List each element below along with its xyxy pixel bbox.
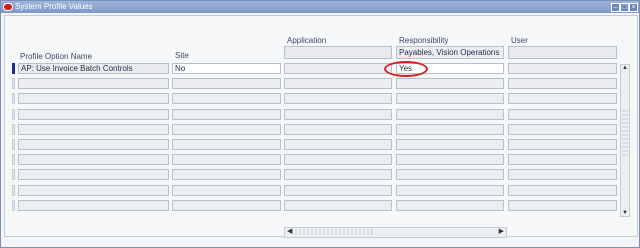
cell-responsibility[interactable]: [396, 78, 504, 89]
cell-responsibility[interactable]: Yes: [396, 63, 504, 74]
scroll-left-icon[interactable]: ◀: [287, 227, 292, 235]
cell-responsibility[interactable]: [396, 93, 504, 104]
record-indicator[interactable]: [12, 78, 15, 89]
cell-site[interactable]: [172, 109, 281, 120]
cell-user[interactable]: [508, 169, 617, 180]
record-indicator[interactable]: [12, 124, 15, 135]
record-indicator[interactable]: [12, 200, 15, 211]
cell-responsibility[interactable]: [396, 185, 504, 196]
cell-profile-option[interactable]: [18, 139, 169, 150]
header-profile-option-name: Profile Option Name: [20, 52, 93, 61]
horizontal-scroll-thumb[interactable]: [295, 229, 375, 235]
header-responsibility: Responsibility: [399, 36, 449, 45]
cell-site[interactable]: [172, 169, 281, 180]
cell-application[interactable]: [284, 169, 392, 180]
user-context-field[interactable]: [508, 46, 617, 59]
cell-profile-option[interactable]: [18, 78, 169, 89]
cell-responsibility[interactable]: [396, 139, 504, 150]
cell-user[interactable]: [508, 200, 617, 211]
oracle-o-icon: [3, 3, 13, 11]
cell-user[interactable]: [508, 93, 617, 104]
cell-application[interactable]: [284, 109, 392, 120]
cell-profile-option[interactable]: [18, 124, 169, 135]
minimize-icon[interactable]: –: [611, 3, 620, 12]
cell-user[interactable]: [508, 139, 617, 150]
close-icon[interactable]: ×: [629, 3, 638, 12]
cell-profile-option[interactable]: AP: Use Invoice Batch Controls: [18, 63, 169, 74]
cell-application[interactable]: [284, 185, 392, 196]
profile-values-window: System Profile Values – □ × Profile Opti…: [0, 0, 640, 248]
record-indicator[interactable]: [12, 154, 15, 165]
responsibility-context-field[interactable]: Payables, Vision Operations: [396, 46, 504, 59]
cell-site[interactable]: [172, 185, 281, 196]
scroll-down-icon[interactable]: ▼: [621, 210, 629, 216]
cell-site[interactable]: No: [172, 63, 281, 74]
cell-application[interactable]: [284, 200, 392, 211]
cell-site[interactable]: [172, 93, 281, 104]
record-indicator[interactable]: [12, 185, 15, 196]
title-bar[interactable]: System Profile Values – □ ×: [1, 1, 639, 13]
cell-profile-option[interactable]: [18, 185, 169, 196]
cell-application[interactable]: [284, 63, 392, 74]
cell-profile-option[interactable]: [18, 154, 169, 165]
header-site: Site: [175, 51, 189, 60]
vertical-scrollbar[interactable]: ▲ ▼: [620, 64, 630, 217]
cell-user[interactable]: [508, 109, 617, 120]
cell-application[interactable]: [284, 154, 392, 165]
cell-user[interactable]: [508, 78, 617, 89]
cell-site[interactable]: [172, 78, 281, 89]
header-user: User: [511, 36, 528, 45]
window-title: System Profile Values: [15, 2, 93, 11]
cell-responsibility[interactable]: [396, 169, 504, 180]
cell-responsibility[interactable]: [396, 200, 504, 211]
cell-user[interactable]: [508, 185, 617, 196]
scroll-right-icon[interactable]: ▶: [499, 227, 504, 235]
cell-site[interactable]: [172, 154, 281, 165]
cell-profile-option[interactable]: [18, 169, 169, 180]
record-indicator[interactable]: [12, 93, 15, 104]
cell-site[interactable]: [172, 124, 281, 135]
cell-responsibility[interactable]: [396, 154, 504, 165]
scroll-thumb[interactable]: [622, 110, 628, 156]
scroll-up-icon[interactable]: ▲: [621, 65, 629, 71]
record-indicator[interactable]: [12, 109, 15, 120]
cell-profile-option[interactable]: [18, 109, 169, 120]
cell-user[interactable]: [508, 124, 617, 135]
application-context-field[interactable]: [284, 46, 392, 59]
record-indicator[interactable]: [12, 139, 15, 150]
cell-site[interactable]: [172, 139, 281, 150]
cell-site[interactable]: [172, 200, 281, 211]
current-record-indicator[interactable]: [12, 63, 15, 74]
cell-application[interactable]: [284, 139, 392, 150]
horizontal-scrollbar[interactable]: ◀ ▶: [284, 227, 507, 238]
cell-user[interactable]: [508, 63, 617, 74]
cell-user[interactable]: [508, 154, 617, 165]
cell-responsibility[interactable]: [396, 124, 504, 135]
cell-responsibility[interactable]: [396, 109, 504, 120]
cell-application[interactable]: [284, 124, 392, 135]
maximize-icon[interactable]: □: [620, 3, 629, 12]
cell-application[interactable]: [284, 78, 392, 89]
cell-profile-option[interactable]: [18, 200, 169, 211]
cell-profile-option[interactable]: [18, 93, 169, 104]
header-application: Application: [287, 36, 327, 45]
cell-application[interactable]: [284, 93, 392, 104]
record-indicator[interactable]: [12, 169, 15, 180]
